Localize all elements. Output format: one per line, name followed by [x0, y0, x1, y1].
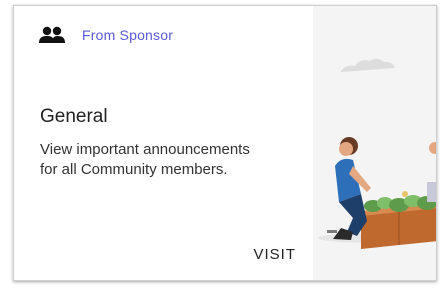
second-figure	[427, 142, 436, 202]
card-content: From Sponsor General View important anno…	[14, 6, 313, 280]
community-gardening-illustration	[313, 6, 436, 280]
cloud-shape	[341, 58, 395, 72]
category-card[interactable]: From Sponsor General View important anno…	[13, 5, 437, 281]
gardener-figure	[327, 137, 371, 240]
visit-button[interactable]: VISIT	[253, 246, 296, 263]
card-title: General	[40, 106, 108, 127]
sponsor-tag: From Sponsor	[39, 26, 173, 44]
plants	[364, 191, 436, 212]
sponsor-label: From Sponsor	[82, 27, 174, 43]
people-group-icon	[39, 26, 65, 44]
card-description: View important announcements for all Com…	[40, 141, 250, 178]
